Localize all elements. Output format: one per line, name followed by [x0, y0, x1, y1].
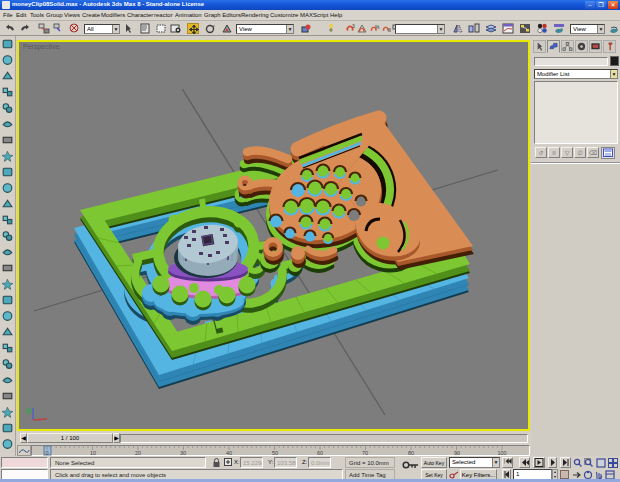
svg-text:80: 80 — [408, 450, 414, 456]
svg-text:100: 100 — [497, 450, 506, 456]
svg-text:30: 30 — [180, 450, 186, 456]
svg-text:70: 70 — [362, 450, 368, 456]
svg-text:0: 0 — [45, 450, 48, 456]
svg-text:10: 10 — [90, 450, 96, 456]
svg-text:40: 40 — [226, 450, 232, 456]
svg-text:60: 60 — [317, 450, 323, 456]
svg-text:20: 20 — [135, 450, 141, 456]
svg-text:90: 90 — [454, 450, 460, 456]
svg-text:50: 50 — [272, 450, 278, 456]
